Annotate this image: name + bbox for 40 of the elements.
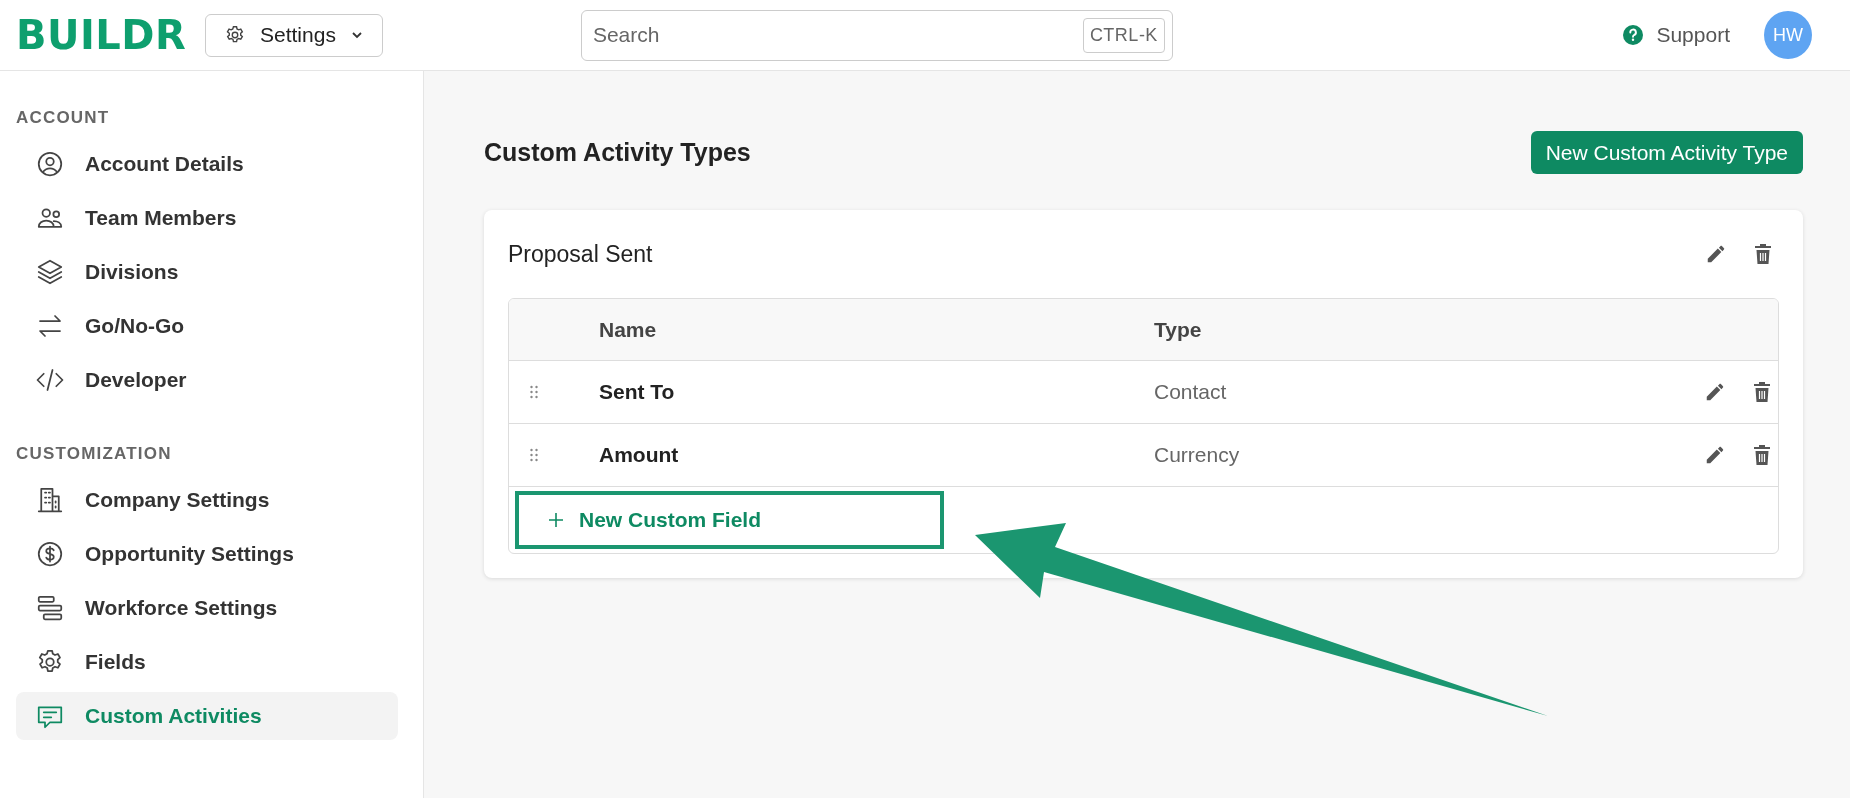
table-cell-text: Currency (1154, 443, 1241, 467)
section-heading: ACCOUNT (16, 108, 111, 128)
drag-handle-icon[interactable] (529, 384, 539, 400)
sidebar-item[interactable]: Divisions (16, 248, 398, 296)
settings-dropdown[interactable]: Settings (205, 13, 383, 57)
trash-icon[interactable] (1753, 243, 1773, 265)
table-cell-text: Amount (599, 443, 680, 467)
trash-icon[interactable] (1752, 381, 1772, 403)
section-heading: CUSTOMIZATION (16, 444, 173, 464)
table-cell-text: Contact (1154, 380, 1228, 404)
building-icon (35, 485, 65, 515)
pencil-icon[interactable] (1704, 444, 1726, 466)
layers-icon (35, 257, 65, 287)
dollar-icon (35, 539, 65, 569)
sidebar-item[interactable]: Workforce Settings (16, 584, 398, 632)
shortcut-hint: CTRL-K (1082, 17, 1165, 53)
column-header: Name (599, 317, 658, 342)
card-title: Proposal Sent (508, 240, 653, 268)
sidebar-item[interactable]: Fields (16, 638, 398, 686)
bars-icon (35, 593, 65, 623)
page-title: Custom Activity Types (484, 138, 751, 167)
support-link[interactable]: Support (1622, 23, 1730, 47)
sidebar-item[interactable]: Account Details (16, 140, 398, 188)
sidebar-item[interactable]: Company Settings (16, 476, 398, 524)
sidebar-item[interactable]: Developer (16, 356, 398, 404)
plus-icon (547, 511, 565, 529)
sidebar-item[interactable]: Custom Activities (16, 692, 398, 740)
sidebar-item[interactable]: Go/No-Go (16, 302, 398, 350)
trash-icon[interactable] (1752, 444, 1772, 466)
drag-handle-icon[interactable] (529, 447, 539, 463)
table-cell-text: Sent To (599, 380, 676, 404)
sidebar-item[interactable]: Team Members (16, 194, 398, 242)
user-circle-icon (35, 149, 65, 179)
pencil-icon[interactable] (1704, 381, 1726, 403)
new-activity-type-button[interactable]: New Custom Activity Type (1530, 131, 1803, 174)
help-icon (1622, 24, 1645, 46)
column-header: Type (1154, 317, 1203, 342)
pencil-icon[interactable] (1705, 243, 1727, 265)
sidebar-item[interactable]: Opportunity Settings (16, 530, 398, 578)
new-custom-field-button[interactable]: New Custom Field (515, 491, 944, 549)
